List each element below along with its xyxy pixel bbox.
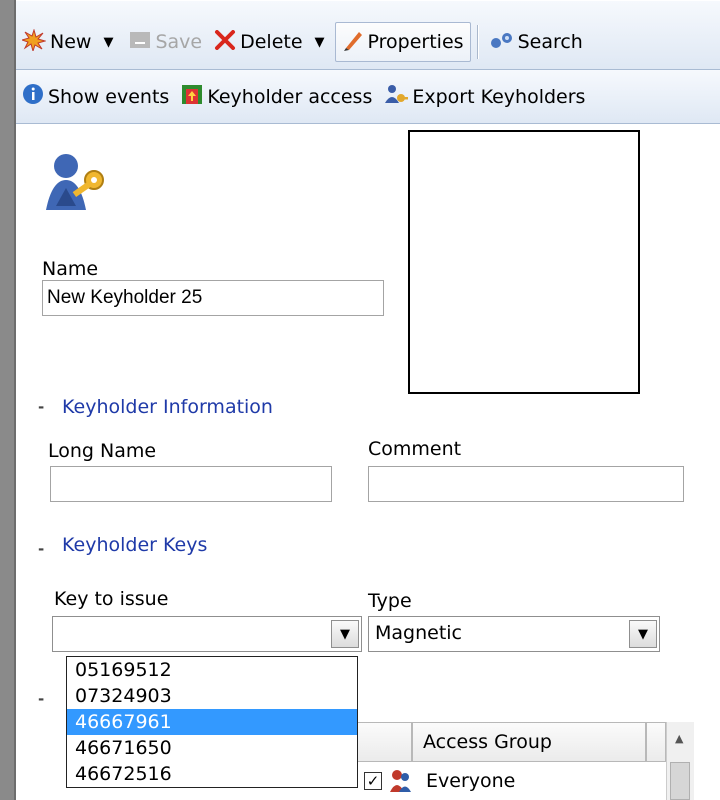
grid-header-check bbox=[356, 722, 412, 762]
save-icon bbox=[129, 30, 151, 55]
everyone-checkbox[interactable]: ✓ bbox=[364, 772, 382, 790]
info-icon bbox=[22, 83, 44, 110]
starburst-icon bbox=[20, 27, 47, 56]
long-name-label: Long Name bbox=[48, 440, 157, 462]
type-label: Type bbox=[368, 590, 412, 612]
delete-button[interactable]: Delete bbox=[208, 22, 308, 62]
table-row[interactable]: ✓ Everyone bbox=[356, 766, 656, 800]
collapse-info-toggle[interactable]: - bbox=[38, 398, 44, 416]
door-icon bbox=[181, 83, 203, 110]
keyholder-access-button[interactable]: Keyholder access bbox=[175, 77, 378, 117]
name-label: Name bbox=[42, 258, 99, 280]
key-option-selected[interactable]: 46667961 bbox=[67, 709, 357, 735]
key-to-issue-combobox[interactable]: ▼ bbox=[52, 616, 362, 652]
key-option[interactable]: 46671650 bbox=[67, 735, 357, 761]
name-field[interactable] bbox=[42, 280, 384, 316]
group-icon bbox=[388, 768, 414, 799]
key-option[interactable]: 05169512 bbox=[67, 657, 357, 683]
key-option[interactable]: 46672516 bbox=[67, 761, 357, 787]
secondary-toolbar: Show events Keyholder access Export Keyh… bbox=[16, 70, 720, 124]
access-group-grid: Access Group ✓ Everyone ▲ bbox=[356, 722, 700, 800]
save-button[interactable]: Save bbox=[123, 22, 208, 62]
keyholder-window: New ▼ Save Delete ▼ Properties Search Sh… bbox=[14, 0, 720, 800]
export-keyholders-button[interactable]: Export Keyholders bbox=[378, 77, 591, 117]
red-x-icon bbox=[214, 29, 236, 55]
key-to-issue-label: Key to issue bbox=[54, 588, 169, 610]
pencil-icon bbox=[342, 29, 364, 56]
search-button[interactable]: Search bbox=[484, 22, 589, 62]
properties-button[interactable]: Properties bbox=[334, 22, 471, 62]
collapse-access-toggle[interactable]: - bbox=[38, 690, 44, 708]
key-options-list[interactable]: 05169512 07324903 46667961 46671650 4667… bbox=[66, 656, 358, 788]
people-export-icon bbox=[384, 83, 409, 110]
photo-frame[interactable] bbox=[408, 130, 640, 394]
key-to-issue-dropdown-arrow[interactable]: ▼ bbox=[331, 620, 359, 648]
access-group-column-header[interactable]: Access Group bbox=[412, 722, 646, 762]
key-option[interactable]: 07324903 bbox=[67, 683, 357, 709]
primary-toolbar: New ▼ Save Delete ▼ Properties Search bbox=[16, 0, 720, 70]
type-combobox[interactable]: Magnetic ▼ bbox=[368, 616, 660, 652]
keyholder-icon bbox=[42, 150, 108, 225]
new-dropdown-arrow[interactable]: ▼ bbox=[103, 35, 113, 50]
type-dropdown-arrow[interactable]: ▼ bbox=[629, 620, 657, 648]
keyholder-keys-header[interactable]: Keyholder Keys bbox=[62, 534, 207, 556]
collapse-keys-toggle[interactable]: - bbox=[38, 540, 44, 558]
grid-scrollbar[interactable]: ▲ bbox=[666, 722, 694, 800]
toolbar-separator bbox=[476, 25, 478, 59]
comment-label: Comment bbox=[368, 438, 462, 460]
long-name-field[interactable] bbox=[50, 466, 332, 502]
binoculars-icon bbox=[490, 30, 514, 55]
scroll-up-arrow-icon[interactable]: ▲ bbox=[675, 732, 683, 745]
new-button[interactable]: New bbox=[16, 22, 97, 62]
keyholder-information-header[interactable]: Keyholder Information bbox=[62, 396, 273, 418]
scroll-thumb[interactable] bbox=[670, 762, 690, 800]
show-events-button[interactable]: Show events bbox=[16, 77, 175, 117]
grid-header-spacer bbox=[646, 722, 666, 762]
type-value: Magnetic bbox=[375, 622, 463, 644]
comment-field[interactable] bbox=[368, 466, 684, 502]
delete-dropdown-arrow[interactable]: ▼ bbox=[315, 35, 325, 50]
access-group-name: Everyone bbox=[426, 770, 516, 792]
